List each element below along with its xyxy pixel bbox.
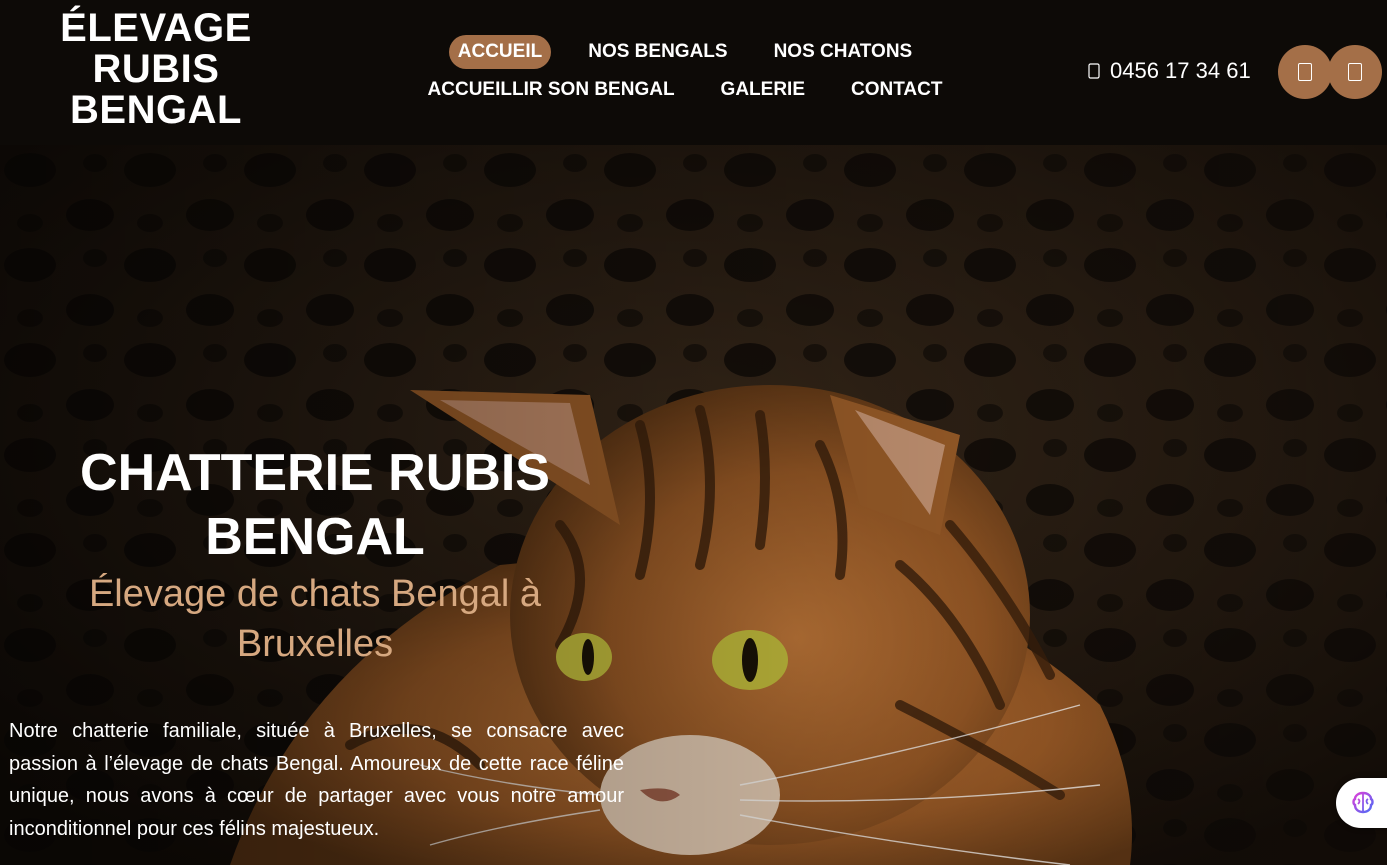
nav-accueillir-son-bengal[interactable]: ACCUEILLIR SON BENGAL [419, 73, 684, 107]
instagram-icon [1348, 63, 1362, 81]
nav-nos-chatons[interactable]: NOS CHATONS [765, 35, 922, 69]
site-logo[interactable]: ÉLEVAGE RUBIS BENGAL [40, 8, 272, 131]
site-header: ÉLEVAGE RUBIS BENGAL ACCUEIL NOS BENGALS… [0, 0, 1387, 145]
nav-contact[interactable]: CONTACT [842, 73, 951, 107]
hero-title-line-1: CHATTERIE RUBIS [80, 444, 550, 502]
instagram-button[interactable] [1328, 45, 1382, 99]
hero-subtitle-line-1: Élevage de chats Bengal à [88, 573, 542, 615]
logo-line-1: ÉLEVAGE [60, 6, 252, 50]
hero-title: CHATTERIE RUBIS BENGAL [15, 441, 615, 569]
nav-nos-bengals[interactable]: NOS BENGALS [579, 35, 736, 69]
facebook-button[interactable] [1278, 45, 1332, 99]
hero-paragraph: Notre chatterie familiale, située à Brux… [9, 720, 624, 840]
facebook-icon [1298, 63, 1312, 81]
nav-accueil[interactable]: ACCUEIL [448, 35, 552, 69]
nav-galerie[interactable]: GALERIE [712, 73, 814, 107]
hero-subtitle: Élevage de chats Bengal à Bruxelles [15, 569, 615, 669]
phone-icon [1088, 63, 1100, 79]
ai-assistant-button[interactable] [1336, 778, 1387, 828]
hero-content: CHATTERIE RUBIS BENGAL Élevage de chats … [0, 145, 640, 865]
ai-brain-icon [1352, 791, 1374, 814]
logo-line-3: BENGAL [70, 88, 242, 132]
hero-section: CHATTERIE RUBIS BENGAL Élevage de chats … [0, 145, 1387, 865]
main-nav: ACCUEIL NOS BENGALS NOS CHATONS ACCUEILL… [420, 33, 950, 109]
logo-line-2: RUBIS [92, 47, 220, 91]
hero-title-line-2: BENGAL [205, 508, 425, 566]
phone-number: 0456 17 34 61 [1110, 58, 1251, 83]
hero-subtitle-line-2: Bruxelles [236, 623, 394, 665]
phone-link[interactable]: 0456 17 34 61 [1088, 58, 1251, 84]
